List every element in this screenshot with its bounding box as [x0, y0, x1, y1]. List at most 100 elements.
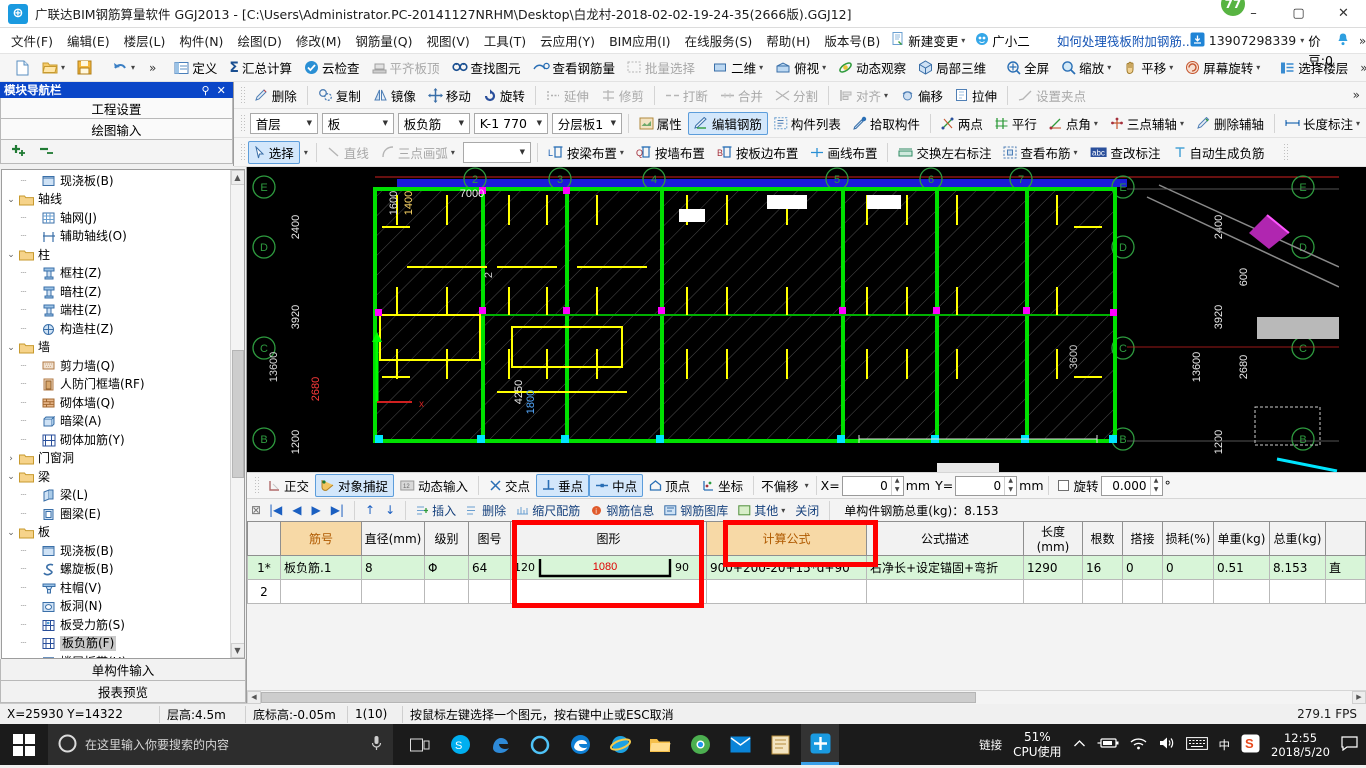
midpoint-snap-toggle[interactable]: 中点	[589, 474, 644, 497]
menu-online-service[interactable]: 在线服务(S)	[678, 28, 760, 53]
rotate-button[interactable]: 旋转	[477, 84, 531, 107]
component-type-chevron-down-icon[interactable]: ▼	[378, 114, 393, 133]
grid-horizontal-scrollbar[interactable]: ◀ ▶	[247, 690, 1366, 704]
grid-scroll-thumb[interactable]	[261, 691, 976, 703]
cell-count[interactable]: 16	[1082, 555, 1123, 580]
y-offset-input[interactable]	[956, 477, 1005, 494]
layer-combo[interactable]: 分层板1 ▼	[551, 112, 622, 134]
offset-button[interactable]: 偏移	[894, 84, 949, 107]
vertex-snap-toggle[interactable]: 顶点	[643, 474, 696, 497]
close-button[interactable]: ✕	[1321, 0, 1366, 28]
table-row[interactable]: 1* 板负筋.1 8 Φ 64 120 1080 90 900+200-20+15*d+90 右净…	[247, 555, 1366, 580]
component-id-chevron-down-icon[interactable]: ▼	[532, 114, 547, 133]
perpendicular-snap-toggle[interactable]: 垂点	[536, 474, 590, 497]
column-header-name[interactable]: 筋号	[280, 521, 362, 556]
notes-icon[interactable]	[761, 724, 799, 765]
cell-unitweight[interactable]: 0.51	[1213, 555, 1270, 580]
tree-item[interactable]: ┄ 剪力墙(Q)	[4, 357, 230, 376]
cell-lap[interactable]: 0	[1122, 555, 1163, 580]
column-header-length[interactable]: 长度(mm)	[1023, 521, 1083, 556]
new-change-button[interactable]: 新建变更 ▾	[887, 29, 970, 52]
edge-icon[interactable]	[561, 724, 599, 765]
new-file-button[interactable]	[9, 56, 36, 79]
component-class-chevron-down-icon[interactable]: ▼	[454, 114, 469, 133]
tree-scroll-up-button[interactable]: ▲	[230, 170, 244, 185]
cell-totalweight[interactable]	[1269, 579, 1326, 604]
intersection-snap-toggle[interactable]: 交点	[483, 474, 536, 497]
place-by-slab-edge-button[interactable]: B 按板边布置	[711, 141, 805, 164]
menu-rebar-qty[interactable]: 钢筋量(Q)	[348, 28, 419, 53]
tree-item[interactable]: ┄ 轴网(J)	[4, 209, 230, 228]
row-header-cell[interactable]: 1*	[247, 555, 281, 580]
move-down-button[interactable]: ↓	[381, 502, 399, 518]
component-class-combo[interactable]: 板负筋 ▼	[397, 112, 470, 134]
chevron-down-icon[interactable]: ⌄	[4, 195, 18, 205]
pan-chevron-down-icon[interactable]: ▾	[1169, 63, 1173, 72]
cell-lap[interactable]	[1122, 579, 1163, 604]
account-number[interactable]: 13907298339	[1209, 33, 1296, 48]
column-header-row[interactable]	[247, 521, 281, 556]
menu-view[interactable]: 视图(V)	[419, 28, 476, 53]
chevron-down-icon[interactable]: ⌄	[4, 343, 18, 353]
tree-scroll-thumb[interactable]	[231, 350, 244, 478]
pan-button[interactable]: 平移 ▾	[1117, 56, 1179, 79]
three-point-axis-chevron-down-icon[interactable]: ▾	[1180, 119, 1184, 128]
toolbar-view-overflow[interactable]: »	[1354, 61, 1366, 75]
zoom-chevron-down-icon[interactable]: ▾	[1107, 63, 1111, 72]
auto-neg-rebar-button[interactable]: 自动生成负筋	[1167, 141, 1271, 164]
merge-button[interactable]: 合并	[714, 84, 769, 107]
grid-scroll-left-button[interactable]: ◀	[247, 690, 261, 704]
delete-axis-button[interactable]: 删除辅轴	[1190, 112, 1270, 135]
tree-item[interactable]: ┄ 框柱(Z)	[4, 265, 230, 284]
cloud-check-button[interactable]: 云检查	[298, 56, 366, 79]
tree-item[interactable]: ┄ 梁(L)	[4, 487, 230, 506]
tree-item[interactable]: ┄ 柱帽(V)	[4, 579, 230, 598]
define-button[interactable]: 定义	[168, 56, 223, 79]
toolbar-component-grip[interactable]	[239, 113, 245, 133]
chevron-down-icon[interactable]: ⌄	[4, 250, 18, 260]
other-chevron-down-icon[interactable]: ▾	[781, 506, 785, 515]
chevron-down-icon[interactable]: ⌄	[4, 528, 18, 538]
object-snap-toggle[interactable]: 对象捕捉	[315, 474, 395, 497]
tree-item[interactable]: ┄ 板负筋(F)	[4, 635, 230, 654]
zoom-button[interactable]: 缩放 ▾	[1055, 56, 1117, 79]
toolbar-draw-grip[interactable]	[239, 142, 245, 162]
parallel-axis-button[interactable]: 平行	[989, 112, 1043, 135]
cortana-icon[interactable]	[521, 724, 559, 765]
properties-button[interactable]: 属性	[633, 112, 688, 135]
screen-rotate-button[interactable]: 屏幕旋转 ▾	[1179, 56, 1266, 79]
add-icon[interactable]	[10, 143, 29, 161]
toolbar-draw-end-grip[interactable]	[1282, 142, 1288, 162]
chevron-up-icon[interactable]	[1073, 738, 1086, 752]
menu-cloud-apps[interactable]: 云应用(Y)	[533, 28, 602, 53]
column-header-loss[interactable]: 损耗(%)	[1162, 521, 1214, 556]
bell-icon[interactable]	[1337, 32, 1349, 49]
place-by-line-button[interactable]: 画线布置	[804, 141, 883, 164]
y-stepper-arrows[interactable]: ▲ ▼	[1004, 476, 1016, 495]
mirror-button[interactable]: 镜像	[367, 84, 422, 107]
toolbar-standard-overflow[interactable]: »	[143, 61, 162, 75]
tree-item[interactable]: ┄ 板洞(N)	[4, 598, 230, 617]
open-chevron-down-icon[interactable]: ▾	[61, 63, 65, 72]
cell-grade[interactable]	[424, 579, 469, 604]
project-settings-tab[interactable]: 工程设置	[0, 98, 233, 119]
component-tree[interactable]: ┄ 现浇板(B) ⌄ 轴线 ┄ 轴网(J) ┄ 辅助轴线(O) ⌄ 柱 ┄ 框柱(Z) ┄ 暗柱(Z) ┄ 端…	[2, 170, 230, 658]
component-list-button[interactable]: 构件列表	[768, 112, 847, 135]
tree-item[interactable]: ⌄ 柱	[4, 246, 230, 265]
windows-start-icon[interactable]	[0, 724, 48, 765]
last-record-button[interactable]: ▶|	[327, 502, 348, 518]
taskbar-clock[interactable]: 12:55 2018/5/20	[1271, 731, 1330, 759]
x-offset-input[interactable]	[842, 477, 891, 494]
column-header-unitweight[interactable]: 单重(kg)	[1213, 521, 1270, 556]
partial-3d-button[interactable]: 局部三维	[912, 56, 992, 79]
edit-dimension-button[interactable]: abc 查改标注	[1084, 141, 1167, 164]
single-component-input-button[interactable]: 单构件输入	[0, 659, 246, 681]
align-slab-top-button[interactable]: 平齐板顶	[366, 56, 446, 79]
view-2d-chevron-down-icon[interactable]: ▾	[759, 63, 763, 72]
cell-unitweight[interactable]	[1213, 579, 1270, 604]
column-header-shape[interactable]: 图形	[510, 521, 707, 556]
find-element-button[interactable]: 查找图元	[446, 56, 527, 79]
column-header-grade[interactable]: 级别	[424, 521, 469, 556]
set-grip-button[interactable]: 设置夹点	[1012, 84, 1092, 107]
view-2d-button[interactable]: 二维 ▾	[707, 56, 769, 79]
